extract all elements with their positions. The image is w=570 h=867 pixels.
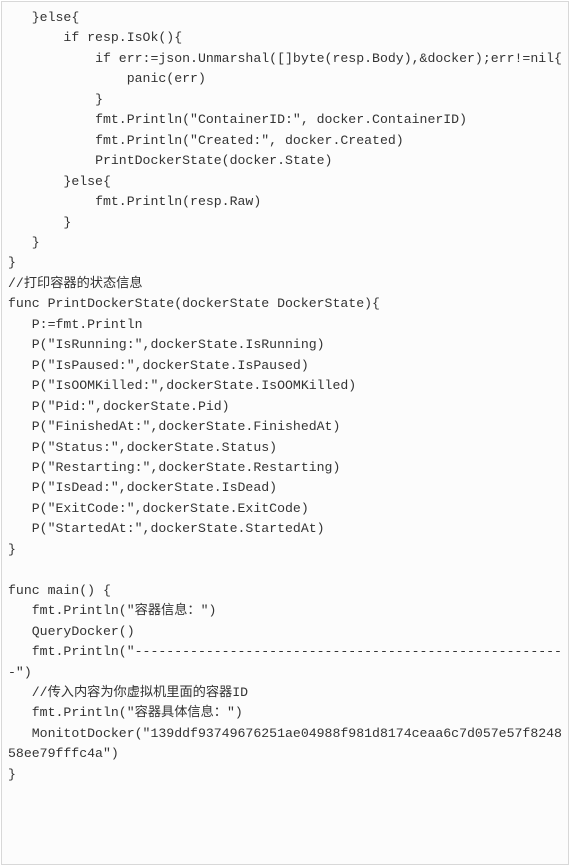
code-content: }else{ if resp.IsOk(){ if err:=json.Unma… — [8, 10, 562, 782]
code-block: }else{ if resp.IsOk(){ if err:=json.Unma… — [1, 1, 569, 865]
